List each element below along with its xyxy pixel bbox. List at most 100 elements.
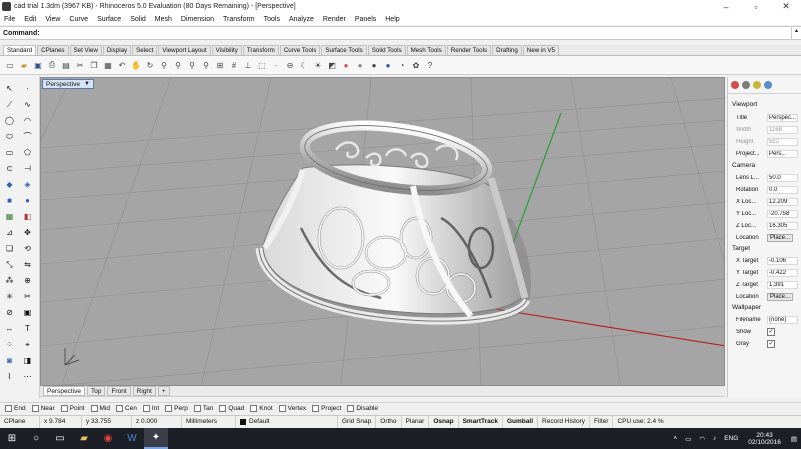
vp-tab-top[interactable]: Top [86,386,106,396]
mesh-icon[interactable]: ▦ [3,210,16,223]
ortho-toggle[interactable]: Ortho [376,415,402,428]
perspective-viewport[interactable]: Perspective ▼ [40,77,725,386]
status-units[interactable]: Millimeters [182,415,236,428]
status-cplane[interactable]: CPlane [0,415,40,428]
control-points-icon[interactable]: ⁘ [3,338,16,351]
cut-icon[interactable]: ✂ [74,59,86,71]
zoom-window-icon[interactable]: ⚲ [172,59,184,71]
explode-icon[interactable]: ✳ [3,290,16,303]
osnap-near-checkbox[interactable] [31,405,39,412]
menu-file[interactable]: File [0,16,20,23]
maximize-icon[interactable]: ▫ [741,2,771,12]
osnap-end-checkbox[interactable] [5,405,12,412]
3d-model-basket[interactable] [255,115,531,325]
status-layer[interactable]: Default [236,415,338,428]
menu-transform[interactable]: Transform [219,16,260,23]
shade-icon[interactable]: ● [368,59,380,71]
menu-view[interactable]: View [41,16,65,23]
tab-select[interactable]: Select [132,45,158,55]
osnap-near[interactable]: Near [31,405,55,412]
viewport-menu-chevron-icon[interactable]: ▼ [84,81,90,87]
menu-solid[interactable]: Solid [126,16,151,23]
record-history-toggle[interactable]: Record History [538,415,590,428]
tab-set-view[interactable]: Set View [69,45,102,55]
circle-icon[interactable]: ◯ [3,114,16,127]
show-checkbox[interactable]: ✓ [767,328,775,336]
language-indicator[interactable]: ENG [724,435,738,442]
tool-options-icon[interactable]: ✿ [410,59,422,71]
display-props-icon[interactable] [731,81,739,89]
tab-standard[interactable]: Standard [3,45,37,55]
pan-icon[interactable]: ✋ [130,59,142,71]
filter-toggle[interactable]: Filter [590,415,614,428]
osnap-project-checkbox[interactable] [312,405,320,412]
menu-dimension[interactable]: Dimension [177,16,219,23]
render-preview-icon[interactable]: ◙ [3,354,16,367]
tab-display[interactable]: Display [102,45,132,55]
windows-start-icon[interactable]: ⊞ [0,428,24,449]
polyline-icon[interactable]: ⟋ [3,98,16,111]
more-tools-icon[interactable]: ⋯ [21,370,34,383]
zoom-icon[interactable]: ⚲ [158,59,170,71]
render-settings-icon[interactable]: ◔ [396,59,408,71]
menu-edit[interactable]: Edit [20,16,41,23]
tab-render-tools[interactable]: Render Tools [446,45,492,55]
osnap-quad-checkbox[interactable] [219,405,227,412]
word-icon[interactable]: W [120,428,144,449]
osnap-knot-checkbox[interactable] [250,405,258,412]
osnap-vertex-checkbox[interactable] [278,405,286,412]
ztarget-field[interactable]: 1.391 [767,281,798,289]
extrude-icon[interactable]: ◈ [21,178,34,191]
pipe-icon[interactable]: ⌇ [3,370,16,383]
ellipse-icon[interactable]: ⬭ [3,130,16,143]
osnap-int[interactable]: Int [142,405,159,412]
cplane-icon[interactable]: ⊥ [242,59,254,71]
trim-icon[interactable]: ✂ [21,290,34,303]
material-props-icon[interactable] [742,81,750,89]
smarttrack-toggle[interactable]: SmartTrack [459,415,503,428]
box-icon[interactable]: ■ [3,194,16,207]
save-icon[interactable]: ▣ [32,59,44,71]
extend-icon[interactable]: ⊣ [21,162,34,175]
tab-viewport-layout[interactable]: Viewport Layout [158,45,211,55]
zloc-field[interactable]: 16.305 [767,222,798,230]
menu-surface[interactable]: Surface [93,16,126,23]
tab-drafting[interactable]: Drafting [492,45,522,55]
curve-icon[interactable]: ∿ [21,98,34,111]
yloc-field[interactable]: -20.758 [767,210,798,218]
properties-icon[interactable]: ▤ [60,59,72,71]
group-icon[interactable]: ▣ [21,306,34,319]
tab-mesh-tools[interactable]: Mesh Tools [406,45,446,55]
gray-checkbox[interactable]: ✓ [767,340,775,348]
tab-solid-tools[interactable]: Solid Tools [367,45,406,55]
vp-tab-perspective[interactable]: Perspective [43,386,85,396]
rotation-field[interactable]: 0.0 [767,186,798,194]
osnap-perp-checkbox[interactable] [165,405,173,412]
arc-icon[interactable]: ◠ [21,114,34,127]
select-arrow-icon[interactable]: ↖ [3,82,16,95]
four-view-icon[interactable]: ⊞ [214,59,226,71]
osnap-tan-checkbox[interactable] [193,405,201,412]
menu-panels[interactable]: Panels [351,16,381,23]
chrome-icon[interactable]: ◉ [96,428,120,449]
osnap-perp[interactable]: Perp [165,405,188,412]
color-wheel-icon[interactable]: ● [340,59,352,71]
texture-props-icon[interactable] [764,81,772,89]
vp-tab-front[interactable]: Front [107,386,131,396]
print-icon[interactable]: ⎙ [46,59,58,71]
filename-field[interactable]: (none) [767,316,798,324]
hide-icon[interactable]: ☾ [298,59,310,71]
light-props-icon[interactable] [753,81,761,89]
planar-toggle[interactable]: Planar [402,415,430,428]
xloc-field[interactable]: 12.209 [767,198,798,206]
zoom-extents-icon[interactable]: ⚲ [186,59,198,71]
fillet-edge-icon[interactable]: ⊿ [3,226,16,239]
lock-icon[interactable]: ⊖ [284,59,296,71]
layer-icon[interactable]: ◩ [326,59,338,71]
menu-mesh[interactable]: Mesh [151,16,177,23]
osnap-int-checkbox[interactable] [142,405,150,412]
copy-icon[interactable]: ❐ [88,59,100,71]
menu-curve[interactable]: Curve [65,16,93,23]
open-file-icon[interactable]: ▰ [18,59,30,71]
surface-icon[interactable]: ◆ [3,178,16,191]
